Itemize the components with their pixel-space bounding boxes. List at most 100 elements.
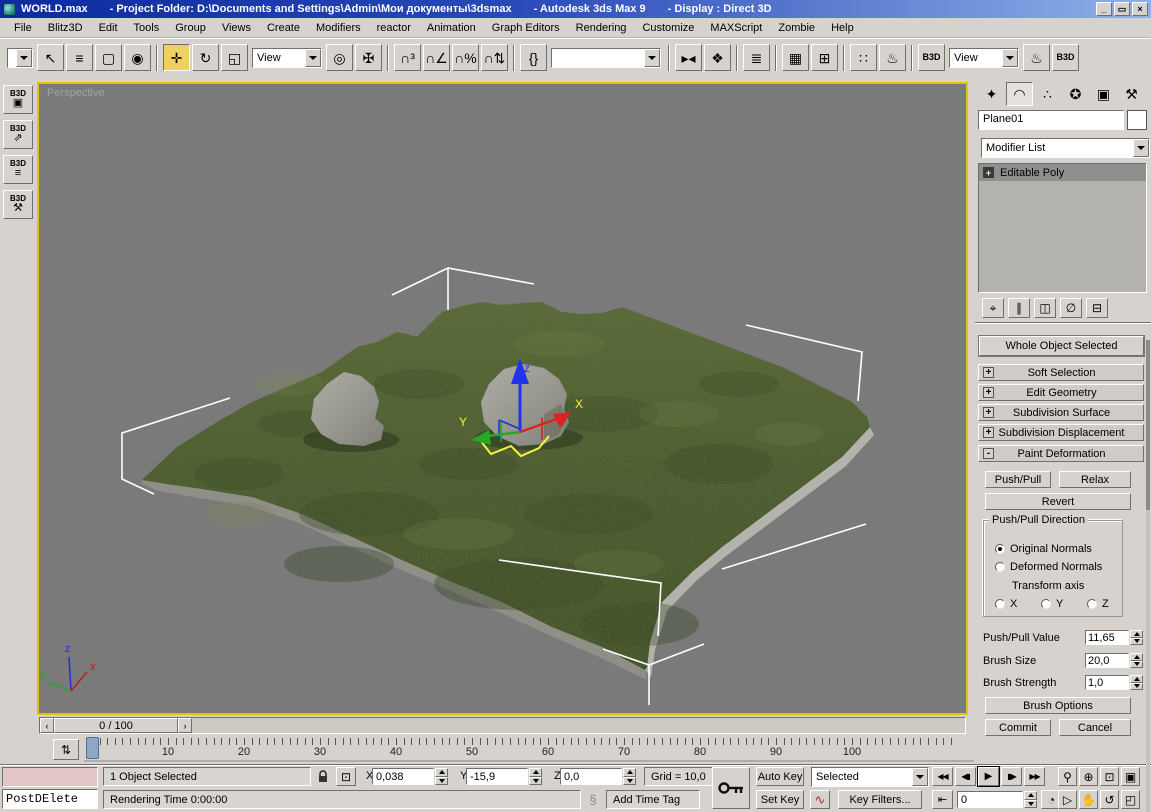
layer-manager-button[interactable]: ≣: [743, 44, 770, 71]
b3d-list-button[interactable]: B3D≡: [3, 155, 33, 184]
coord-z-field[interactable]: 0,0: [560, 768, 622, 785]
radio-original-normals[interactable]: Original Normals: [995, 543, 1092, 555]
set-key-button[interactable]: Set Key: [756, 790, 804, 809]
menu-reactor[interactable]: reactor: [369, 20, 419, 36]
edit-named-selection-sets-button[interactable]: {}: [520, 44, 547, 71]
go-to-start-button[interactable]: ◀◀: [932, 767, 953, 786]
zoom-extents-button[interactable]: ⊡: [1100, 767, 1119, 786]
b3d-tools-button[interactable]: B3D⚒: [3, 190, 33, 219]
rollout-subdivision-surface[interactable]: + Subdivision Surface: [978, 404, 1144, 421]
absolute-mode-toggle[interactable]: ⊡: [336, 767, 356, 786]
show-end-result-button[interactable]: ∥: [1008, 298, 1030, 318]
brush-strength-spinner[interactable]: [1130, 675, 1143, 690]
menu-edit[interactable]: Edit: [91, 20, 126, 36]
commit-button[interactable]: Commit: [985, 719, 1051, 736]
menu-animation[interactable]: Animation: [419, 20, 484, 36]
combo-arrow-icon[interactable]: [1133, 139, 1149, 157]
selection-filter-button[interactable]: ◉: [124, 44, 151, 71]
combo-arrow-icon[interactable]: [16, 49, 32, 67]
selection-lock-toggle[interactable]: [314, 767, 332, 786]
radio-axis-z[interactable]: Z: [1087, 598, 1109, 610]
menu-tools[interactable]: Tools: [126, 20, 168, 36]
b3d-gile-button[interactable]: B3D: [918, 44, 945, 71]
angle-snap-toggle-button[interactable]: ∩∠: [423, 44, 450, 71]
combo-arrow-icon[interactable]: [912, 768, 928, 786]
menu-create[interactable]: Create: [259, 20, 308, 36]
select-by-name-button[interactable]: ≡: [66, 44, 93, 71]
expand-icon[interactable]: +: [983, 167, 994, 178]
current-frame-marker[interactable]: [86, 737, 99, 759]
expand-icon[interactable]: +: [983, 387, 994, 398]
tab-create[interactable]: ✦: [978, 82, 1005, 106]
panel-scrollbar[interactable]: [1146, 340, 1150, 812]
coord-x-field[interactable]: 0,038: [372, 768, 434, 785]
pin-stack-button[interactable]: ⌖: [982, 298, 1004, 318]
select-object-button[interactable]: ↖: [37, 44, 64, 71]
named-selection-sets-combo[interactable]: [551, 48, 661, 68]
tab-modify[interactable]: ◠: [1006, 82, 1033, 106]
key-filters-button[interactable]: Key Filters...: [838, 790, 922, 809]
expand-icon[interactable]: +: [983, 367, 994, 378]
go-to-end-button[interactable]: ▶▶: [1024, 767, 1045, 786]
pan-view-button[interactable]: ✋: [1079, 790, 1098, 809]
zoom-button[interactable]: ⚲: [1058, 767, 1077, 786]
zoom-extents-all-button[interactable]: ▣: [1121, 767, 1140, 786]
push-pull-value-field[interactable]: 11,65: [1085, 630, 1129, 645]
menu-modifiers[interactable]: Modifiers: [308, 20, 369, 36]
default-in-out-tangents-button[interactable]: ∿: [810, 790, 830, 809]
set-keys-button[interactable]: [712, 767, 750, 809]
coord-y-spinner[interactable]: [529, 768, 542, 785]
menu-zombie[interactable]: Zombie: [770, 20, 823, 36]
rollout-soft-selection[interactable]: + Soft Selection: [978, 364, 1144, 381]
render-viewport-combo[interactable]: View: [949, 48, 1019, 68]
menu-file[interactable]: File: [6, 20, 40, 36]
add-time-tag[interactable]: Add Time Tag: [606, 790, 700, 809]
play-animation-button[interactable]: ▶: [978, 767, 999, 786]
push-pull-button[interactable]: Push/Pull: [985, 471, 1051, 488]
coord-z-spinner[interactable]: [623, 768, 636, 785]
tab-utilities[interactable]: ⚒: [1118, 82, 1145, 106]
radio-axis-y[interactable]: Y: [1041, 598, 1063, 610]
menu-rendering[interactable]: Rendering: [568, 20, 635, 36]
maximize-viewport-toggle-button[interactable]: ◰: [1121, 790, 1140, 809]
arc-rotate-button[interactable]: ↺: [1100, 790, 1119, 809]
select-and-move-button[interactable]: ✛: [163, 44, 190, 71]
object-name-field[interactable]: Plane01: [978, 110, 1124, 130]
brush-size-spinner[interactable]: [1130, 653, 1143, 668]
time-slider-handle[interactable]: 0 / 100: [54, 718, 178, 733]
maxscript-listener-line[interactable]: PostDElete: [2, 789, 98, 809]
revert-button[interactable]: Revert: [985, 493, 1131, 510]
mirror-button[interactable]: ▸◂: [675, 44, 702, 71]
brush-size-field[interactable]: 20,0: [1085, 653, 1129, 668]
stack-item-editable-poly[interactable]: + Editable Poly: [979, 164, 1146, 181]
rectangular-selection-region-button[interactable]: ▢: [95, 44, 122, 71]
select-and-manipulate-button[interactable]: ✠: [355, 44, 382, 71]
zoom-all-button[interactable]: ⊕: [1079, 767, 1098, 786]
auto-key-button[interactable]: Auto Key: [756, 767, 804, 786]
curve-editor-button[interactable]: ▦: [782, 44, 809, 71]
combo-arrow-icon[interactable]: [644, 49, 660, 67]
menu-views[interactable]: Views: [214, 20, 259, 36]
frame-spinner[interactable]: [1024, 791, 1037, 808]
panel-scroll-thumb[interactable]: [1146, 340, 1150, 510]
menu-graph-editors[interactable]: Graph Editors: [484, 20, 568, 36]
object-color-swatch[interactable]: [1127, 110, 1147, 130]
menu-help[interactable]: Help: [823, 20, 862, 36]
close-button[interactable]: ×: [1132, 2, 1148, 16]
selection-set-combo[interactable]: Selected: [811, 767, 929, 787]
modifier-stack[interactable]: + Editable Poly: [978, 163, 1147, 293]
expand-icon[interactable]: +: [983, 427, 994, 438]
snaps-toggle-button[interactable]: ∩³: [394, 44, 421, 71]
modifier-list-dropdown[interactable]: Modifier List: [981, 138, 1150, 158]
radio-axis-x[interactable]: X: [995, 598, 1017, 610]
notification-icon[interactable]: §: [584, 790, 602, 809]
viewport-label[interactable]: Perspective: [47, 87, 104, 99]
tab-motion[interactable]: ✪: [1062, 82, 1089, 106]
b3d-save-button[interactable]: B3D▣: [3, 85, 33, 114]
tab-hierarchy[interactable]: ∴: [1034, 82, 1061, 106]
make-unique-button[interactable]: ◫: [1034, 298, 1056, 318]
menu-customize[interactable]: Customize: [634, 20, 702, 36]
undo-flyout-combo[interactable]: [7, 48, 33, 68]
coord-x-spinner[interactable]: [435, 768, 448, 785]
render-setup-button[interactable]: ♨: [879, 44, 906, 71]
